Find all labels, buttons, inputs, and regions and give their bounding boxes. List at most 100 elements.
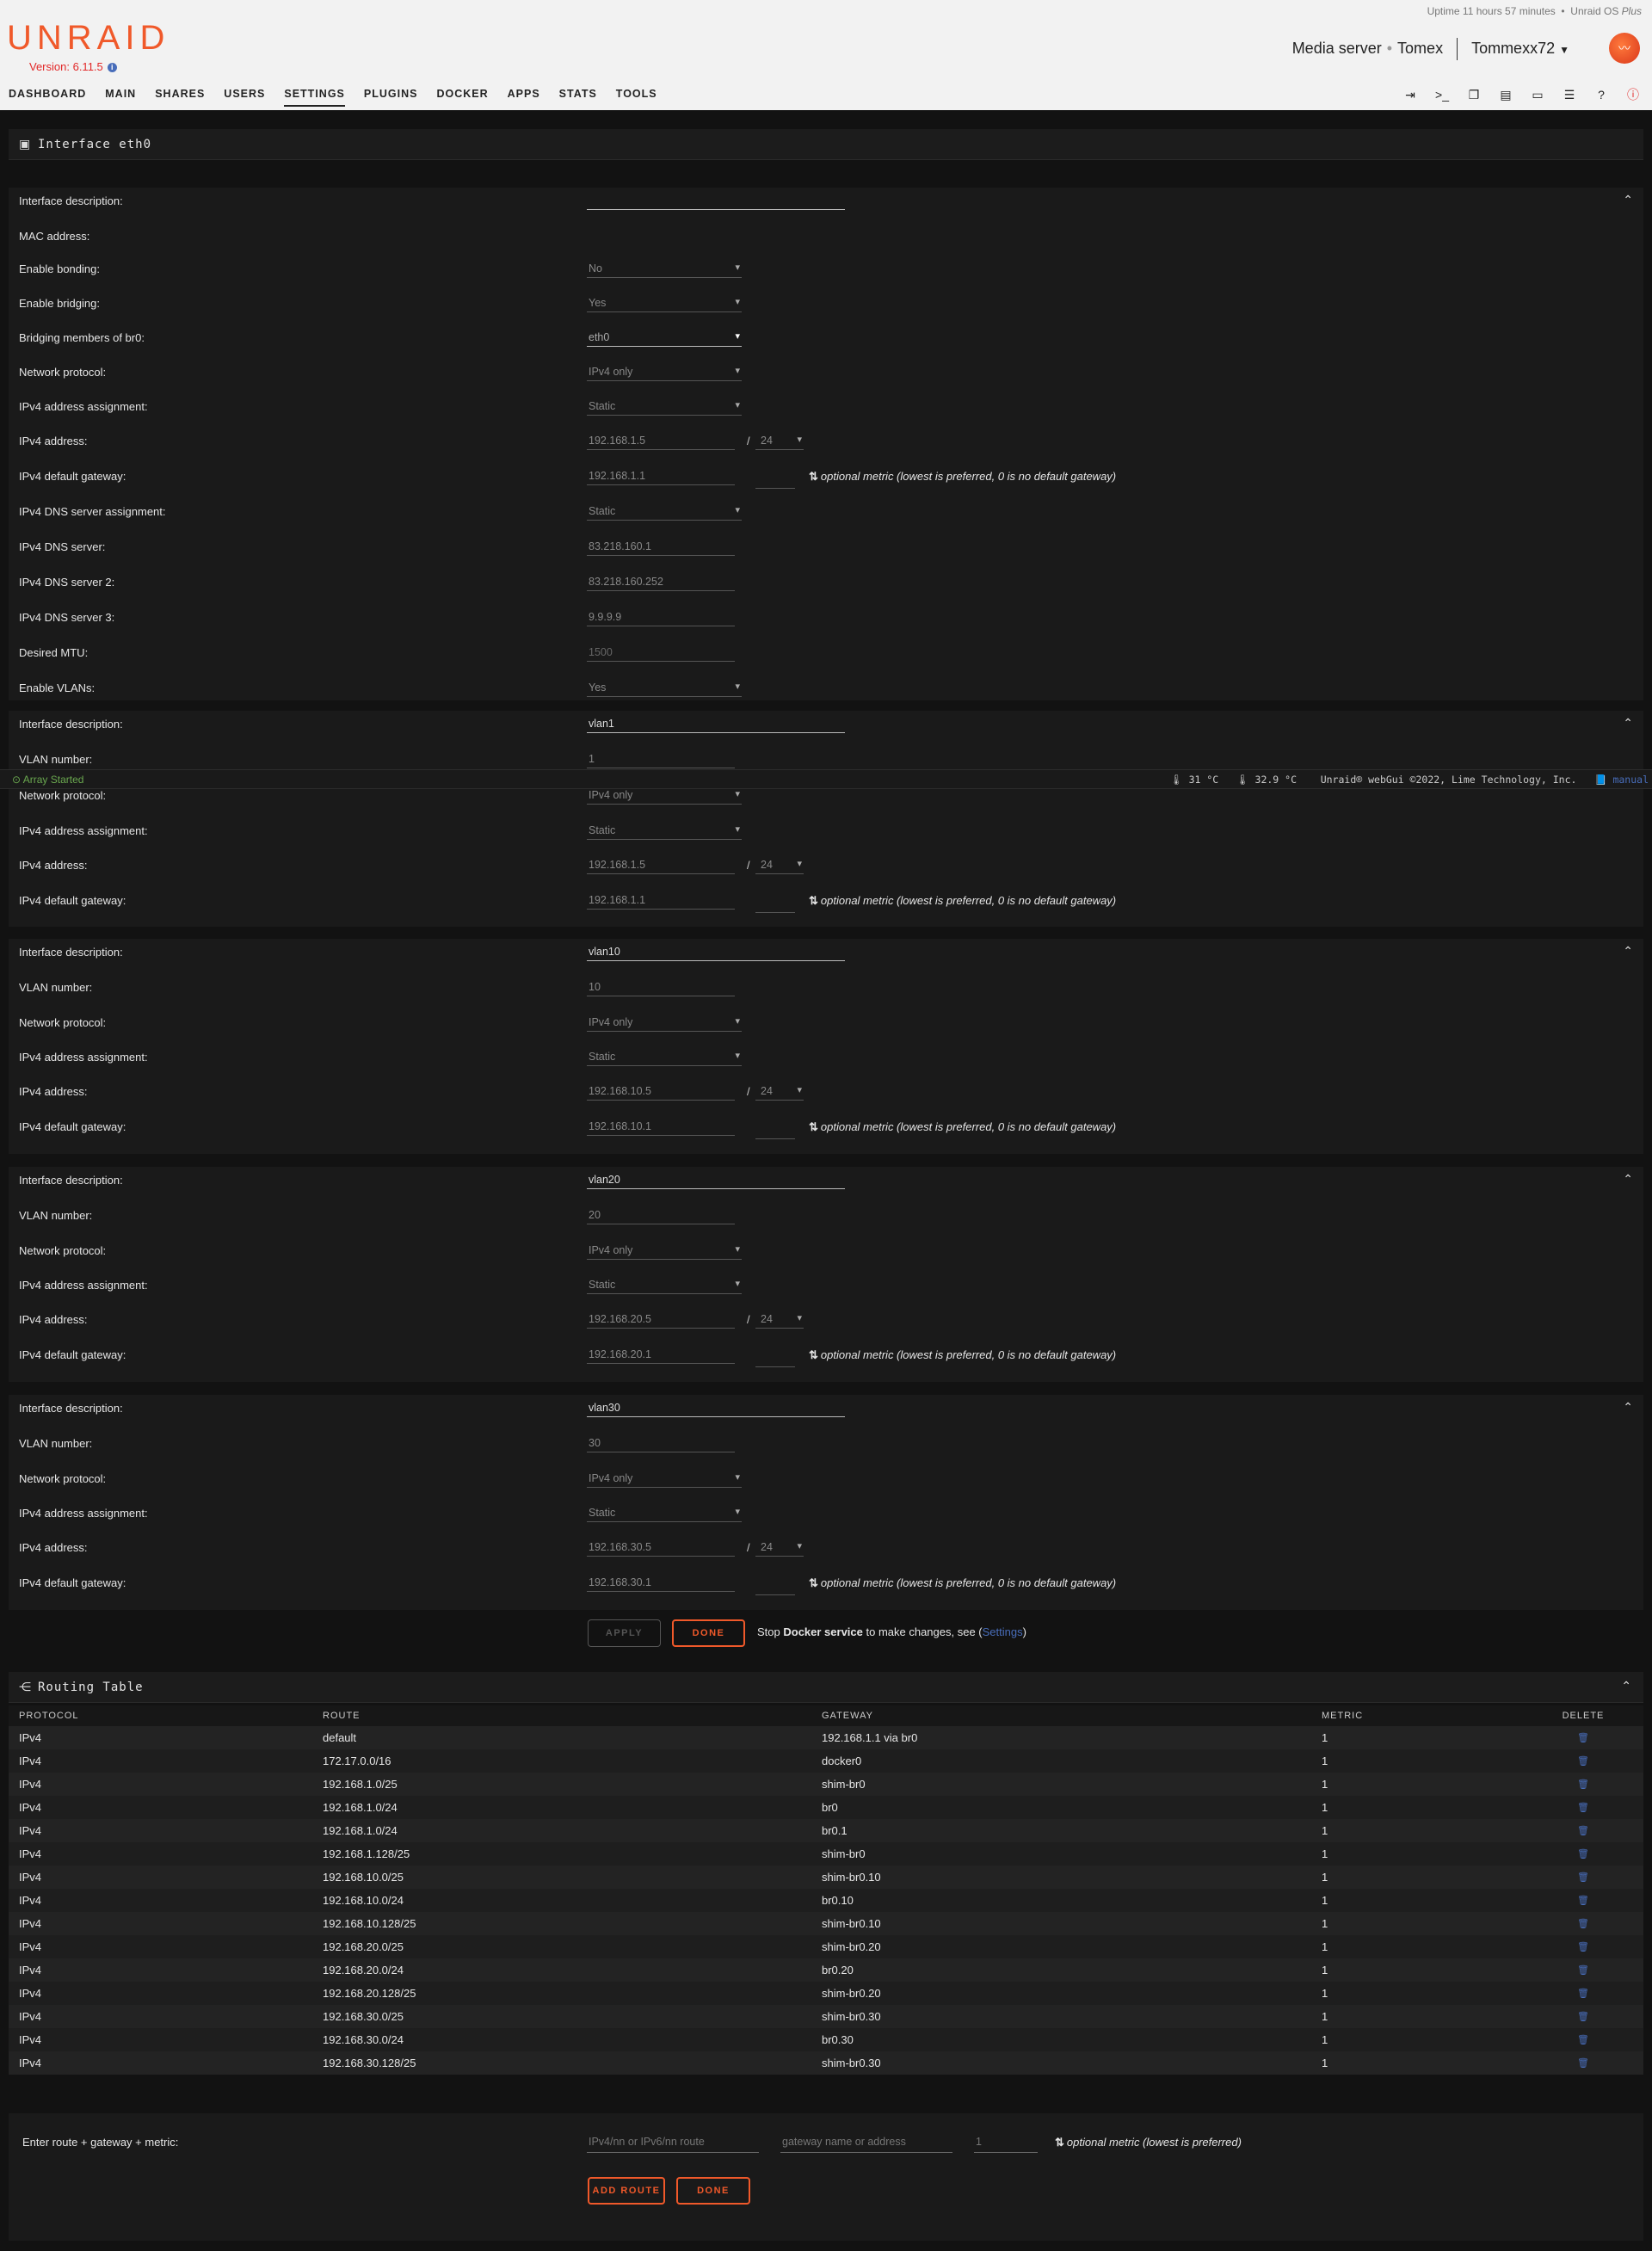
vlan30-assignment-select[interactable]: Static (587, 1502, 742, 1522)
delete-icon[interactable]: 🗑 (1523, 2005, 1643, 2028)
done-route-button[interactable]: DONE (676, 2177, 750, 2205)
vlan10-metric-input[interactable] (755, 1115, 795, 1139)
collapse-icon[interactable]: ⌃ (1623, 1172, 1633, 1187)
gateway-input[interactable]: gateway name or address (780, 2131, 952, 2153)
delete-icon[interactable]: 🗑 (1523, 1842, 1643, 1866)
protocol-select[interactable]: IPv4 only (587, 361, 742, 381)
nav-apps[interactable]: APPS (508, 88, 540, 107)
nav-settings[interactable]: SETTINGS (284, 88, 345, 107)
vlan20-number-input[interactable]: 20 (587, 1204, 735, 1224)
bridging-select[interactable]: Yes (587, 292, 742, 312)
delete-icon[interactable]: 🗑 (1523, 2028, 1643, 2051)
vlan30-protocol-select[interactable]: IPv4 only (587, 1467, 742, 1488)
vlan10-ip-input[interactable]: 192.168.10.5 (587, 1080, 735, 1101)
collapse-icon[interactable]: ⌃ (1623, 1400, 1633, 1415)
vlan20-gateway-input[interactable]: 192.168.20.1 (587, 1343, 735, 1364)
dns2-input[interactable]: 83.218.160.252 (587, 570, 735, 591)
add-route-button[interactable]: ADD ROUTE (588, 2177, 665, 2205)
vlan1-number-input[interactable]: 1 (587, 748, 735, 768)
vlan30-gateway-input[interactable]: 192.168.30.1 (587, 1571, 735, 1592)
delete-icon[interactable]: 🗑 (1523, 1958, 1643, 1982)
vlan10-netmask-select[interactable]: 24 (755, 1080, 804, 1101)
bonding-select[interactable]: No (587, 257, 742, 278)
vlan10-description-input[interactable]: vlan10 (587, 940, 845, 961)
vlan30-description-input[interactable]: vlan30 (587, 1397, 845, 1417)
vlan10-gateway-input[interactable]: 192.168.10.1 (587, 1115, 735, 1136)
interface-description-input[interactable] (587, 189, 845, 210)
logout-icon[interactable]: ⇥ (1400, 86, 1421, 103)
apply-button[interactable]: APPLY (588, 1619, 661, 1647)
done-button[interactable]: DONE (672, 1619, 745, 1647)
terminal-icon[interactable]: >_ (1432, 86, 1452, 103)
vlan30-ip-input[interactable]: 192.168.30.5 (587, 1536, 735, 1557)
nav-main[interactable]: MAIN (105, 88, 136, 107)
nav-docker[interactable]: DOCKER (436, 88, 488, 107)
delete-icon[interactable]: 🗑 (1523, 1982, 1643, 2005)
bridging-members-select[interactable]: eth0 (587, 326, 742, 347)
nav-stats[interactable]: STATS (559, 88, 597, 107)
vlan20-ip-input[interactable]: 192.168.20.5 (587, 1308, 735, 1329)
delete-icon[interactable]: 🗑 (1523, 1749, 1643, 1773)
delete-icon[interactable]: 🗑 (1523, 1889, 1643, 1912)
vlan10-assignment-select[interactable]: Static (587, 1045, 742, 1066)
delete-icon[interactable]: 🗑 (1523, 1773, 1643, 1796)
delete-icon[interactable]: 🗑 (1523, 1819, 1643, 1842)
vlan1-netmask-select[interactable]: 24 (755, 854, 804, 874)
vlan20-assignment-select[interactable]: Static (587, 1274, 742, 1294)
copy-icon[interactable]: ❐ (1464, 86, 1484, 103)
nav-shares[interactable]: SHARES (155, 88, 205, 107)
nav-users[interactable]: USERS (224, 88, 265, 107)
vlan1-description-input[interactable]: vlan1 (587, 712, 845, 733)
avatar[interactable]: 〰 (1609, 33, 1640, 64)
vlan1-ip-input[interactable]: 192.168.1.5 (587, 854, 735, 874)
vlan1-metric-input[interactable] (755, 889, 795, 913)
dns3-input[interactable]: 9.9.9.9 (587, 606, 735, 626)
vlan10-number-input[interactable]: 10 (587, 976, 735, 996)
ipv4-address-input[interactable]: 192.168.1.5 (587, 429, 735, 450)
feedback-icon[interactable]: ▤ (1495, 86, 1516, 103)
metric-input[interactable]: 1 (974, 2131, 1038, 2153)
vlan1-gateway-input[interactable]: 192.168.1.1 (587, 889, 735, 910)
info-icon[interactable]: i (107, 63, 117, 72)
gateway-input[interactable]: 192.168.1.1 (587, 465, 735, 485)
vlan30-netmask-select[interactable]: 24 (755, 1536, 804, 1557)
vlan20-protocol-select[interactable]: IPv4 only (587, 1239, 742, 1260)
log-icon[interactable]: ☰ (1559, 86, 1580, 103)
dns1-input[interactable]: 83.218.160.1 (587, 535, 735, 556)
delete-icon[interactable]: 🗑 (1523, 1796, 1643, 1819)
dns-assignment-select[interactable]: Static (587, 500, 742, 521)
version-label[interactable]: Version: 6.11.5 i (29, 60, 117, 73)
collapse-icon[interactable]: ⌃ (1623, 716, 1633, 731)
enable-vlans-select[interactable]: Yes (587, 676, 742, 697)
unraid-logo[interactable]: UNRAID (7, 19, 170, 58)
ipv4-assignment-select[interactable]: Static (587, 395, 742, 416)
user-menu[interactable]: Tommexx72 ▼ (1471, 40, 1569, 57)
vlan10-protocol-select[interactable]: IPv4 only (587, 1011, 742, 1032)
delete-icon[interactable]: 🗑 (1523, 1912, 1643, 1935)
vlan1-assignment-select[interactable]: Static (587, 819, 742, 840)
netmask-select[interactable]: 24 (755, 429, 804, 450)
vlan20-netmask-select[interactable]: 24 (755, 1308, 804, 1329)
delete-icon[interactable]: 🗑 (1523, 1866, 1643, 1889)
settings-link[interactable]: Settings (983, 1625, 1023, 1638)
vlan20-metric-input[interactable] (755, 1343, 795, 1367)
alert-icon[interactable]: ⓘ (1623, 86, 1643, 103)
delete-icon[interactable]: 🗑 (1523, 1935, 1643, 1958)
nav-plugins[interactable]: PLUGINS (364, 88, 418, 107)
nav-tools[interactable]: TOOLS (616, 88, 657, 107)
nav-dashboard[interactable]: DASHBOARD (9, 88, 86, 107)
vlan20-description-input[interactable]: vlan20 (587, 1169, 845, 1189)
mtu-input[interactable]: 1500 (587, 641, 735, 662)
vlan30-number-input[interactable]: 30 (587, 1432, 735, 1452)
collapse-icon[interactable]: ⌃ (1623, 193, 1633, 207)
collapse-icon[interactable]: ⌃ (1621, 1679, 1631, 1693)
vlan1-protocol-select[interactable]: IPv4 only (587, 784, 742, 805)
gateway-metric-input[interactable] (755, 465, 795, 489)
delete-icon[interactable]: 🗑 (1523, 1726, 1643, 1749)
monitor-icon[interactable]: ▭ (1527, 86, 1548, 103)
route-input[interactable]: IPv4/nn or IPv6/nn route (587, 2131, 759, 2153)
vlan30-metric-input[interactable] (755, 1571, 795, 1595)
collapse-icon[interactable]: ⌃ (1623, 944, 1633, 959)
help-icon[interactable]: ? (1591, 86, 1612, 103)
delete-icon[interactable]: 🗑 (1523, 2051, 1643, 2075)
